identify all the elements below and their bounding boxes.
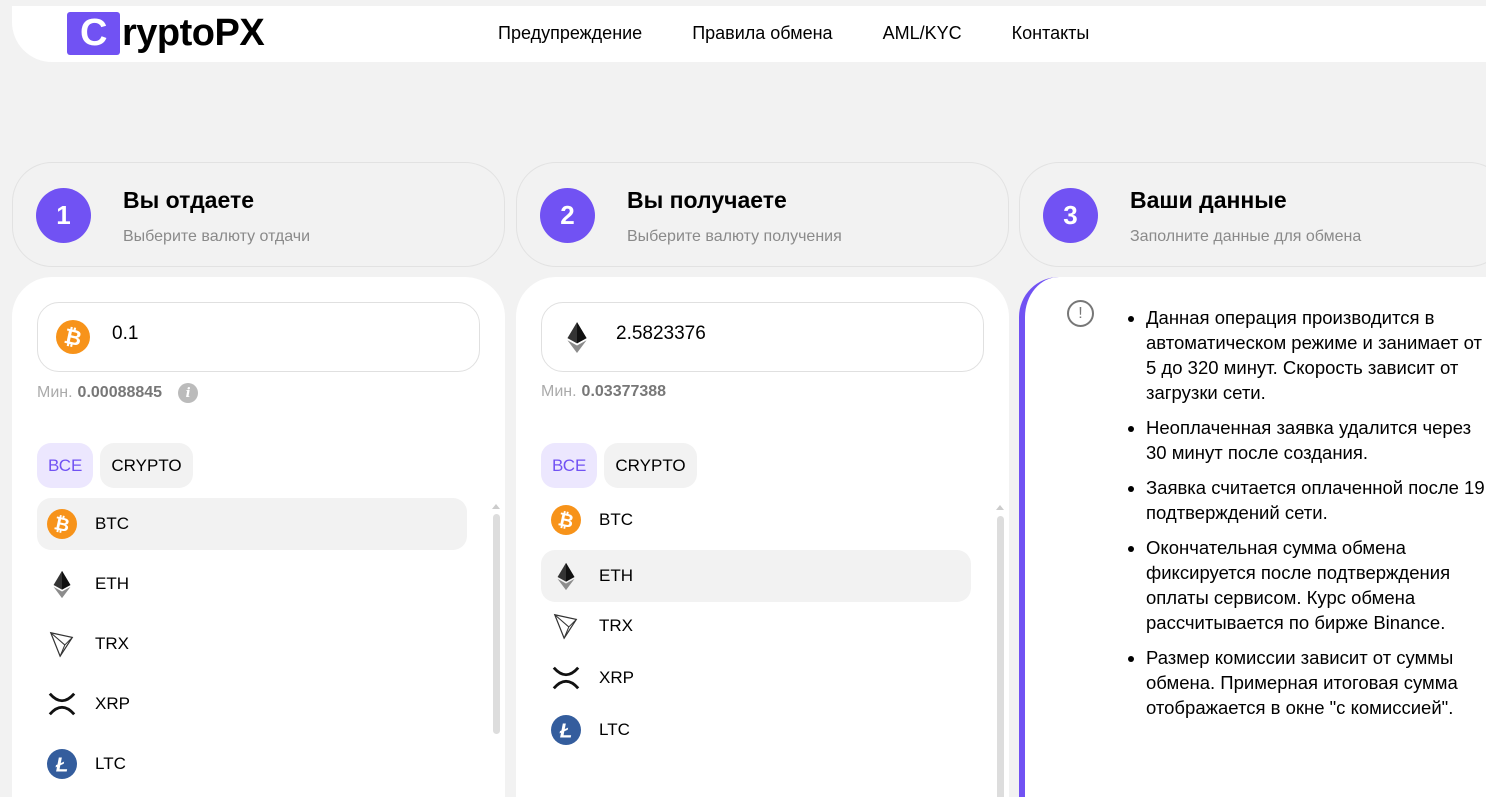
btc-icon xyxy=(551,505,581,535)
step-title: Ваши данные xyxy=(1130,187,1287,213)
nav-contacts[interactable]: Контакты xyxy=(1012,23,1090,44)
header: C ryptoPX Предупреждение Правила обмена … xyxy=(12,6,1486,62)
nav-exchange-rules[interactable]: Правила обмена xyxy=(692,23,832,44)
give-panel: Мин. 0.00088845 i ВСЕ CRYPTO BTC ETH TRX… xyxy=(12,277,505,797)
get-amount-field[interactable] xyxy=(541,302,984,372)
scroll-up-arrow[interactable] xyxy=(996,505,1004,510)
info-icon[interactable]: i xyxy=(178,383,199,403)
logo[interactable]: C ryptoPX xyxy=(67,12,265,55)
filter-all[interactable]: ВСЕ xyxy=(541,443,598,488)
step-subtitle: Выберите валюту отдачи xyxy=(123,228,311,245)
step-details: 3 Ваши данные Заполните данные для обмен… xyxy=(1019,162,1486,267)
get-panel: Мин. 0.03377388 ВСЕ CRYPTO BTC ETH TRX X… xyxy=(516,277,1009,797)
min-label: Мин. xyxy=(541,383,577,400)
nav-warning[interactable]: Предупреждение xyxy=(498,23,642,44)
nav-aml-kyc[interactable]: AML/KYC xyxy=(883,23,962,44)
step-title: Вы получаете xyxy=(627,187,787,213)
scrollbar[interactable] xyxy=(493,514,500,734)
get-amount-input[interactable] xyxy=(616,323,946,345)
currency-label: LTC xyxy=(599,720,630,739)
currency-label: LTC xyxy=(95,754,126,773)
step-subtitle: Заполните данные для обмена xyxy=(1130,228,1362,245)
step-give: 1 Вы отдаете Выберите валюту отдачи xyxy=(12,162,505,267)
scroll-up-arrow[interactable] xyxy=(492,504,500,509)
currency-label: ETH xyxy=(95,574,129,593)
step-number: 2 xyxy=(540,188,595,243)
step-number: 3 xyxy=(1043,188,1098,243)
currency-label: ETH xyxy=(599,566,633,585)
info-item: Заявка считается оплаченной после 19 под… xyxy=(1146,475,1485,525)
currency-label: XRP xyxy=(599,668,634,687)
currency-item-eth[interactable]: ETH xyxy=(541,550,971,602)
give-filters: ВСЕ CRYPTO xyxy=(37,443,193,488)
eth-icon xyxy=(560,320,594,354)
main-nav: Предупреждение Правила обмена AML/KYC Ко… xyxy=(498,23,1089,44)
btc-icon xyxy=(47,509,77,539)
ltc-icon xyxy=(47,749,77,779)
give-amount-field[interactable] xyxy=(37,302,480,372)
filter-all[interactable]: ВСЕ xyxy=(37,443,94,488)
filter-crypto[interactable]: CRYPTO xyxy=(100,443,193,488)
xrp-icon xyxy=(47,689,77,719)
currency-label: TRX xyxy=(95,634,129,653)
currency-item-trx[interactable]: TRX xyxy=(37,618,467,670)
min-label: Мин. xyxy=(37,384,73,401)
min-value: 0.00088845 xyxy=(77,384,163,401)
filter-crypto[interactable]: CRYPTO xyxy=(604,443,697,488)
step-title: Вы отдаете xyxy=(123,187,255,213)
trx-icon xyxy=(47,629,77,659)
btc-icon xyxy=(56,320,90,354)
step-subtitle: Выберите валюту получения xyxy=(627,228,842,245)
info-item: Размер комиссии зависит от суммы обмена.… xyxy=(1146,645,1485,720)
currency-item-xrp[interactable]: XRP xyxy=(541,652,971,704)
info-item: Данная операция производится в автоматич… xyxy=(1146,305,1485,405)
currency-item-btc[interactable]: BTC xyxy=(37,498,467,550)
currency-item-trx[interactable]: TRX xyxy=(541,600,971,652)
get-min: Мин. 0.03377388 xyxy=(541,383,666,401)
give-amount-input[interactable] xyxy=(112,323,442,345)
xrp-icon xyxy=(551,663,581,693)
currency-label: XRP xyxy=(95,694,130,713)
get-filters: ВСЕ CRYPTO xyxy=(541,443,697,488)
currency-item-ltc[interactable]: LTC xyxy=(37,738,467,790)
ltc-icon xyxy=(551,715,581,745)
give-min: Мин. 0.00088845 i xyxy=(37,383,199,403)
currency-label: BTC xyxy=(95,514,129,533)
currency-label: BTC xyxy=(599,510,633,529)
logo-text: ryptoPX xyxy=(122,12,265,54)
info-panel: ! Данная операция производится в автомат… xyxy=(1019,277,1486,797)
min-value: 0.03377388 xyxy=(581,383,667,400)
info-list: Данная операция производится в автоматич… xyxy=(1140,305,1485,730)
logo-mark: C xyxy=(67,12,120,55)
currency-label: TRX xyxy=(599,616,633,635)
warning-icon: ! xyxy=(1067,300,1094,327)
currency-item-xrp[interactable]: XRP xyxy=(37,678,467,730)
step-get: 2 Вы получаете Выберите валюту получения xyxy=(516,162,1009,267)
info-item: Окончательная сумма обмена фиксируется п… xyxy=(1146,535,1485,635)
currency-item-btc[interactable]: BTC xyxy=(541,494,971,546)
eth-icon xyxy=(551,561,581,591)
step-number: 1 xyxy=(36,188,91,243)
trx-icon xyxy=(551,611,581,641)
currency-item-ltc[interactable]: LTC xyxy=(541,704,971,756)
eth-icon xyxy=(47,569,77,599)
currency-item-eth[interactable]: ETH xyxy=(37,558,467,610)
scrollbar[interactable] xyxy=(997,516,1004,797)
info-item: Неоплаченная заявка удалится через 30 ми… xyxy=(1146,415,1485,465)
